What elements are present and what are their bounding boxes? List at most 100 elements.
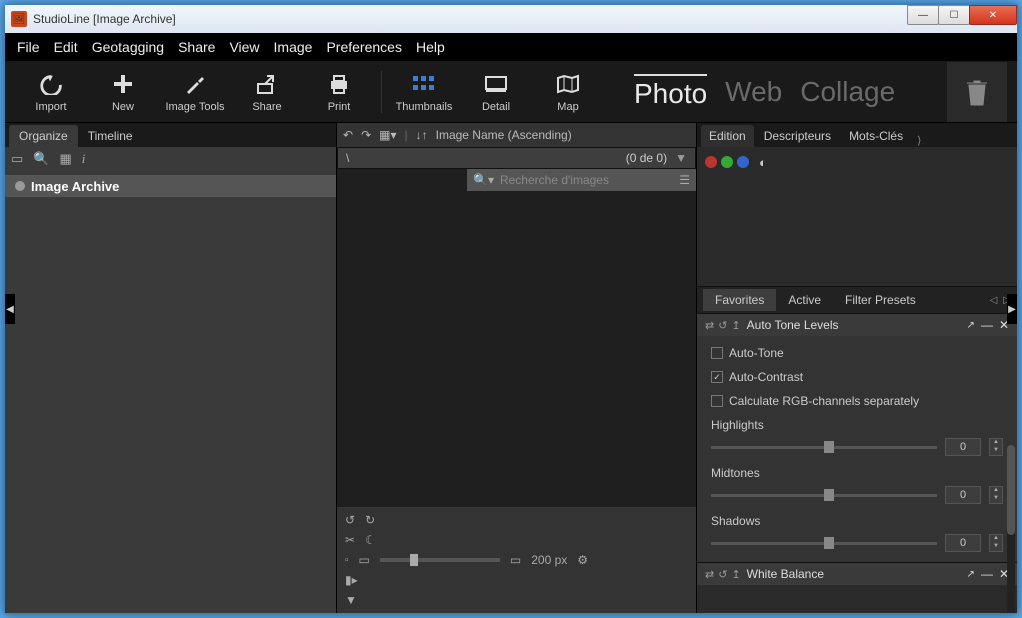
menu-image[interactable]: Image: [274, 39, 313, 55]
shadows-label: Shadows: [711, 514, 1003, 528]
table-view-icon[interactable]: ▦: [59, 151, 71, 167]
white-balance-title: White Balance: [747, 567, 824, 581]
tab-organize[interactable]: Organize: [9, 125, 78, 147]
filmstrip-icon[interactable]: ▦▾: [379, 128, 396, 142]
trash-icon: [964, 77, 990, 107]
link-icon-wb[interactable]: ⇄: [705, 568, 714, 581]
sort-icon[interactable]: ↓↑: [416, 128, 428, 142]
rotate-cw-icon[interactable]: ↻: [365, 513, 375, 527]
minimize-filter-icon[interactable]: —: [981, 318, 993, 332]
image-tools-button[interactable]: Image Tools: [159, 71, 231, 113]
import-button[interactable]: Import: [15, 71, 87, 113]
midtones-value[interactable]: 0: [945, 486, 981, 504]
tab-descripteurs[interactable]: Descripteurs: [756, 125, 839, 147]
minimize-button[interactable]: —: [907, 5, 939, 25]
midtones-spinner[interactable]: ▲▼: [989, 486, 1003, 504]
green-dot-icon[interactable]: [721, 156, 733, 168]
plus-icon: [110, 71, 136, 97]
zoom-slider[interactable]: [380, 558, 500, 562]
histogram-area: [697, 177, 1017, 287]
menu-share[interactable]: Share: [178, 39, 215, 55]
menu-file[interactable]: File: [17, 39, 40, 55]
popout-icon[interactable]: ↗: [967, 320, 975, 331]
export-icon-wb[interactable]: ↥: [731, 568, 740, 581]
minimize-filter-icon-wb[interactable]: —: [981, 567, 993, 581]
tag-icon[interactable]: ▮▸: [345, 573, 358, 587]
path-bar[interactable]: \ (0 de 0) ▼: [337, 147, 696, 169]
share-icon: [254, 71, 280, 97]
tree-root[interactable]: Image Archive: [5, 175, 336, 197]
app-icon: 🖼: [11, 11, 27, 27]
menu-view[interactable]: View: [229, 39, 259, 55]
blue-dot-icon[interactable]: [737, 156, 749, 168]
import-icon: [38, 71, 64, 97]
filter-white-balance: ⇄ ↺ ↥ White Balance ↗ — ✕: [697, 562, 1017, 585]
undo-icon[interactable]: ↶: [343, 128, 353, 142]
reset-icon[interactable]: ↺: [718, 319, 727, 332]
path-dropdown-icon[interactable]: ▼: [675, 151, 687, 165]
right-scrollbar[interactable]: [1007, 445, 1015, 613]
export-icon[interactable]: ↥: [731, 319, 740, 332]
collapse-right-handle[interactable]: ▶: [1007, 294, 1017, 324]
new-button[interactable]: New: [87, 71, 159, 113]
rgb-separate-check[interactable]: Calculate RGB-channels separately: [711, 394, 1003, 408]
auto-contrast-check[interactable]: Auto-Contrast: [711, 370, 1003, 384]
search-bar[interactable]: 🔍▾ Recherche d'images ☰: [467, 169, 696, 191]
moon-icon[interactable]: ☾: [365, 533, 376, 547]
midtones-slider[interactable]: [711, 494, 937, 497]
crop-icon[interactable]: ✂: [345, 533, 355, 547]
thumbnails-button[interactable]: Thumbnails: [388, 71, 460, 113]
contrast-icon[interactable]: ◐: [759, 155, 767, 170]
path-count: (0 de 0): [626, 151, 667, 165]
maximize-button[interactable]: ☐: [938, 5, 970, 25]
highlights-value[interactable]: 0: [945, 438, 981, 456]
popout-icon-wb[interactable]: ↗: [967, 569, 975, 580]
title-bar: 🖼 StudioLine [Image Archive] — ☐ ✕: [5, 5, 1017, 33]
print-icon: [326, 71, 352, 97]
search-small-icon[interactable]: 🔍: [33, 151, 49, 167]
redo-icon[interactable]: ↷: [361, 128, 371, 142]
grid-icon: [411, 71, 437, 97]
shadows-slider[interactable]: [711, 542, 937, 545]
search-menu-icon[interactable]: ☰: [679, 173, 690, 187]
subtab-favorites[interactable]: Favorites: [703, 289, 776, 311]
card-view-icon[interactable]: ▭: [11, 151, 23, 167]
close-button[interactable]: ✕: [969, 5, 1017, 25]
highlights-spinner[interactable]: ▲▼: [989, 438, 1003, 456]
link-icon[interactable]: ⇄: [705, 319, 714, 332]
auto-tone-title: Auto Tone Levels: [747, 318, 839, 332]
menu-help[interactable]: Help: [416, 39, 445, 55]
tabs-overflow-icon[interactable]: ⟩: [917, 134, 921, 147]
subtab-left-icon[interactable]: ◁: [990, 295, 998, 306]
reset-icon-wb[interactable]: ↺: [718, 568, 727, 581]
trash-button[interactable]: [947, 62, 1007, 122]
detail-button[interactable]: Detail: [460, 71, 532, 113]
red-dot-icon[interactable]: [705, 156, 717, 168]
tab-edition[interactable]: Edition: [701, 125, 754, 147]
subtab-active[interactable]: Active: [776, 289, 833, 311]
zoom-settings-icon[interactable]: ⚙: [577, 553, 588, 567]
mode-photo[interactable]: Photo: [634, 74, 707, 110]
collapse-left-handle[interactable]: ◀: [5, 294, 15, 324]
shadows-value[interactable]: 0: [945, 534, 981, 552]
rotate-ccw-icon[interactable]: ↺: [345, 513, 355, 527]
share-button[interactable]: Share: [231, 71, 303, 113]
tab-mots-cles[interactable]: Mots-Clés: [841, 125, 911, 147]
shadows-spinner[interactable]: ▲▼: [989, 534, 1003, 552]
menu-preferences[interactable]: Preferences: [326, 39, 401, 55]
print-button[interactable]: Print: [303, 71, 375, 113]
mode-web[interactable]: Web: [725, 76, 782, 108]
highlights-slider[interactable]: [711, 446, 937, 449]
sort-label[interactable]: Image Name (Ascending): [436, 128, 572, 142]
menu-edit[interactable]: Edit: [54, 39, 78, 55]
menu-geotagging[interactable]: Geotagging: [92, 39, 164, 55]
zoom-value: 200 px: [531, 553, 567, 567]
mode-collage[interactable]: Collage: [800, 76, 895, 108]
zoom-out-icon[interactable]: ▫: [345, 555, 349, 566]
info-icon[interactable]: i: [82, 151, 86, 167]
subtab-presets[interactable]: Filter Presets: [833, 289, 928, 311]
auto-tone-check[interactable]: Auto-Tone: [711, 346, 1003, 360]
map-button[interactable]: Map: [532, 71, 604, 113]
filter-funnel-icon[interactable]: ▼: [345, 593, 357, 607]
tab-timeline[interactable]: Timeline: [78, 125, 143, 147]
